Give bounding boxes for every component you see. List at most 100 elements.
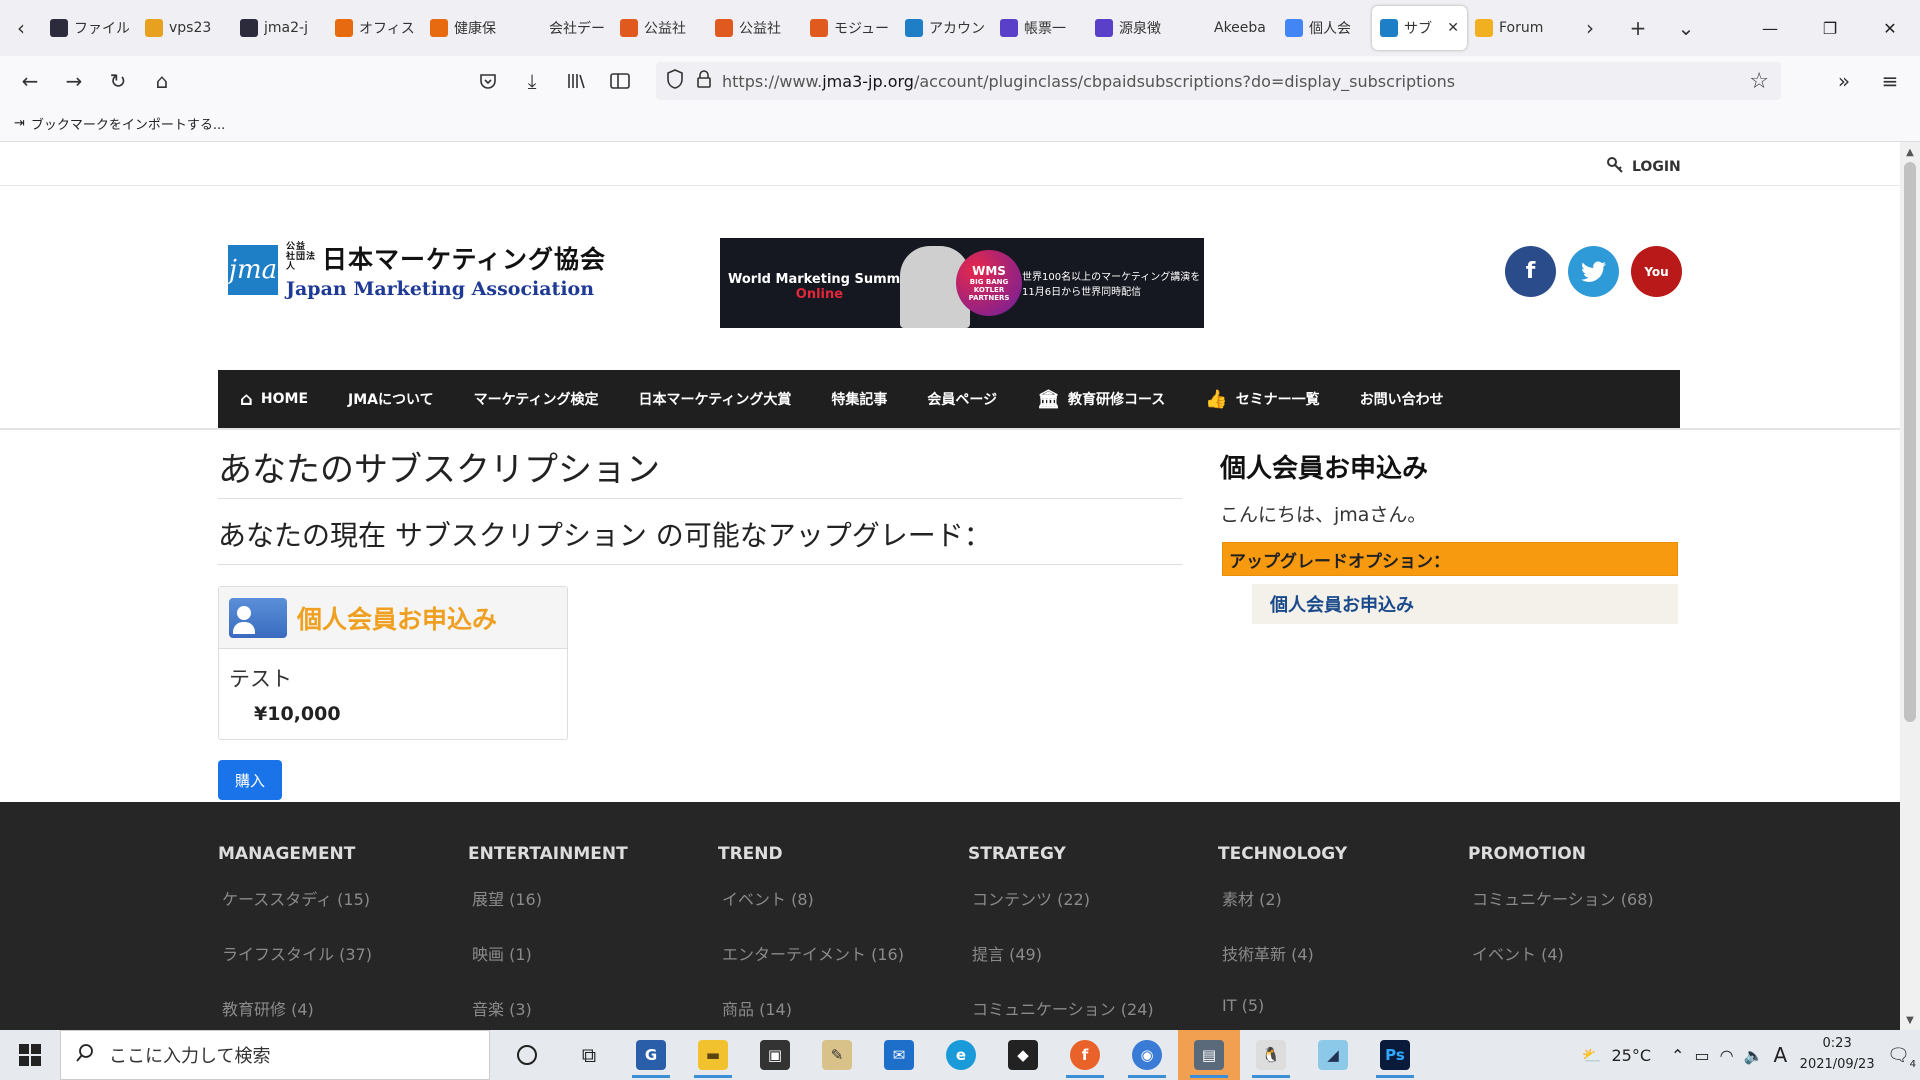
browser-tab[interactable]: ファイル: [42, 6, 137, 50]
tray-expand-icon[interactable]: ⌃: [1671, 1046, 1684, 1065]
nav-item[interactable]: 🏛 教育研修コース: [1037, 389, 1165, 410]
eraser-icon[interactable]: ◢: [1302, 1030, 1364, 1080]
sidebar-upgrade-link[interactable]: 個人会員お申込み: [1252, 584, 1678, 624]
footer-heading[interactable]: MANAGEMENT: [218, 844, 372, 864]
tracking-shield-icon[interactable]: [666, 69, 684, 93]
ime-indicator[interactable]: A: [1773, 1043, 1787, 1067]
footer-category-link[interactable]: 教育研修 (4): [222, 996, 372, 1030]
weather-icon[interactable]: ⛅: [1582, 1046, 1602, 1065]
file-explorer-icon[interactable]: ▬: [682, 1030, 744, 1080]
notes-icon[interactable]: ✎: [806, 1030, 868, 1080]
nav-item[interactable]: 日本マーケティング大賞: [638, 389, 791, 409]
footer-category-link[interactable]: ライフスタイル (37): [222, 941, 372, 996]
footer-category-link[interactable]: 音楽 (3): [472, 996, 628, 1030]
browser-tab[interactable]: Akeeba Ba: [1182, 6, 1277, 50]
penguin-app-icon[interactable]: 🐧: [1240, 1030, 1302, 1080]
youtube-icon[interactable]: You: [1631, 246, 1682, 297]
forward-icon[interactable]: →: [52, 61, 96, 101]
scroll-thumb[interactable]: [1904, 162, 1916, 722]
cortana-icon[interactable]: [496, 1030, 558, 1080]
footer-category-link[interactable]: 映画 (1): [472, 941, 628, 996]
footer-category-link[interactable]: 素材 (2): [1222, 886, 1347, 941]
browser-tab[interactable]: モジュー: [802, 6, 897, 50]
footer-category-link[interactable]: イベント (8): [722, 886, 904, 941]
menu-icon[interactable]: ≡: [1868, 61, 1912, 101]
notification-icon[interactable]: 🗨 4: [1887, 1045, 1916, 1070]
footer-category-link[interactable]: 商品 (14): [722, 996, 904, 1030]
battery-icon[interactable]: ▭: [1694, 1046, 1709, 1065]
site-logo[interactable]: jma 公益 社団法人 日本マーケティング協会 Japan Marketing As…: [228, 240, 606, 300]
pocket-icon[interactable]: [466, 61, 510, 101]
tab-scroll-left-icon[interactable]: ‹: [0, 0, 42, 56]
footer-category-link[interactable]: エンターテイメント (16): [722, 941, 904, 996]
footer-category-link[interactable]: 提言 (49): [972, 941, 1154, 996]
temperature[interactable]: 25°C: [1612, 1046, 1652, 1065]
task-view-icon[interactable]: ⧉: [558, 1030, 620, 1080]
list-tabs-icon[interactable]: ⌄: [1662, 0, 1710, 56]
nav-item[interactable]: お問い合わせ: [1360, 389, 1444, 409]
browser-tab[interactable]: vps23: [137, 6, 232, 50]
nav-item[interactable]: 👍 セミナー一覧: [1205, 389, 1319, 410]
store-icon[interactable]: ▣: [744, 1030, 806, 1080]
browser-tab[interactable]: Forum: [1467, 6, 1562, 50]
nav-item[interactable]: ⌂ HOME: [240, 389, 308, 410]
bookmark-star-icon[interactable]: ☆: [1749, 69, 1769, 94]
minimize-icon[interactable]: —: [1740, 0, 1800, 56]
footer-heading[interactable]: ENTERTAINMENT: [468, 844, 628, 864]
browser-tab[interactable]: 公益社: [612, 6, 707, 50]
twitter-icon[interactable]: [1568, 246, 1619, 297]
buy-button[interactable]: 購入: [218, 760, 282, 800]
close-tab-icon[interactable]: ✕: [1447, 20, 1459, 36]
footer-category-link[interactable]: コミュニケーション (68): [1472, 886, 1654, 941]
sidebar-icon[interactable]: [598, 61, 642, 101]
volume-icon[interactable]: 🔈: [1744, 1046, 1764, 1065]
browser-tab[interactable]: 会社データ: [517, 6, 612, 50]
new-tab-icon[interactable]: +: [1614, 0, 1662, 56]
scroll-down-icon[interactable]: ▼: [1900, 1010, 1920, 1030]
edge-icon[interactable]: e: [930, 1030, 992, 1080]
footer-category-link[interactable]: IT (5): [1222, 996, 1347, 1030]
windows-start-icon[interactable]: [0, 1030, 60, 1080]
footer-category-link[interactable]: コミュニケーション (24): [972, 996, 1154, 1030]
nav-item[interactable]: マーケティング検定: [474, 389, 599, 409]
nav-item[interactable]: 会員ページ: [927, 389, 997, 409]
clock[interactable]: 0:23 2021/09/23: [1797, 1034, 1877, 1076]
footer-category-link[interactable]: 技術革新 (4): [1222, 941, 1347, 996]
login-link[interactable]: LOGIN: [1606, 156, 1681, 178]
restore-icon[interactable]: ❐: [1800, 0, 1860, 56]
footer-category-link[interactable]: コンテンツ (22): [972, 886, 1154, 941]
footer-category-link[interactable]: ケーススタディ (15): [222, 886, 372, 941]
close-window-icon[interactable]: ✕: [1860, 0, 1920, 56]
firefox-icon[interactable]: f: [1054, 1030, 1116, 1080]
footer-heading[interactable]: TREND: [718, 844, 904, 864]
browser-tab[interactable]: 源泉徴: [1087, 6, 1182, 50]
download-icon[interactable]: ⤓: [510, 61, 554, 101]
browser-tab[interactable]: 帳票一: [992, 6, 1087, 50]
footer-heading[interactable]: PROMOTION: [1468, 844, 1654, 864]
plan-card[interactable]: 個人会員お申込み テスト ¥10,000: [218, 586, 568, 740]
address-bar[interactable]: https://www.jma3-jp.org/account/plugincl…: [656, 62, 1781, 100]
nav-item[interactable]: 特集記事: [831, 389, 887, 409]
footer-heading[interactable]: TECHNOLOGY: [1218, 844, 1347, 864]
taskbar-search[interactable]: ここに入力して検索: [60, 1030, 490, 1080]
footer-category-link[interactable]: 展望 (16): [472, 886, 628, 941]
reload-icon[interactable]: ↻: [96, 61, 140, 101]
wms-banner[interactable]: World Marketing Summit Online WMS BIG BAN…: [720, 238, 1204, 328]
photoshop-icon[interactable]: Ps: [1364, 1030, 1426, 1080]
bookmark-import-link[interactable]: ブックマークをインポートする...: [31, 114, 225, 133]
back-icon[interactable]: ←: [8, 61, 52, 101]
footer-category-link[interactable]: イベント (4): [1472, 941, 1654, 996]
footer-heading[interactable]: STRATEGY: [968, 844, 1154, 864]
network-icon[interactable]: ◠: [1720, 1046, 1734, 1065]
lock-icon[interactable]: [696, 70, 712, 92]
browser-tab[interactable]: 個人会: [1277, 6, 1372, 50]
gmail-app-icon[interactable]: G: [620, 1030, 682, 1080]
overflow-icon[interactable]: »: [1822, 61, 1866, 101]
nav-item[interactable]: JMAについて: [348, 389, 434, 409]
page-scrollbar[interactable]: ▲ ▼: [1900, 142, 1920, 1030]
remote-desktop-icon[interactable]: ▤: [1178, 1030, 1240, 1080]
chat-icon[interactable]: ◉: [1116, 1030, 1178, 1080]
browser-tab[interactable]: 健康保: [422, 6, 517, 50]
browser-tab[interactable]: jma2-j: [232, 6, 327, 50]
home-icon[interactable]: ⌂: [140, 61, 184, 101]
